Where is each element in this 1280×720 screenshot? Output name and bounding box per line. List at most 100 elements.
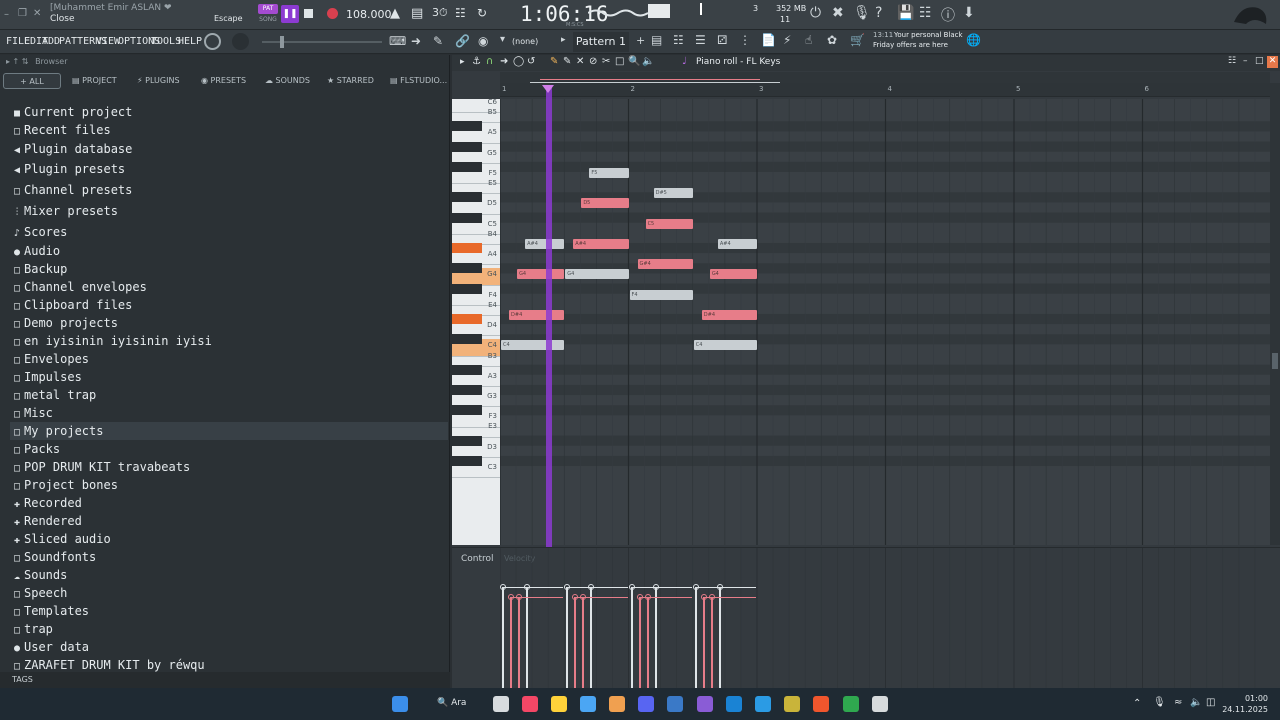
- record-icon[interactable]: ◯: [513, 56, 524, 67]
- volume-icon[interactable]: 🔈: [1190, 697, 1202, 708]
- black-key[interactable]: [452, 405, 482, 416]
- help-icon[interactable]: ?: [875, 5, 882, 21]
- metronome-icon[interactable]: ▲: [390, 6, 400, 21]
- browser-item[interactable]: □ Channel envelopes: [10, 278, 448, 296]
- plug-icon[interactable]: ⚡: [783, 33, 791, 47]
- note-block[interactable]: C5: [645, 218, 693, 229]
- velocity-bar[interactable]: [516, 594, 564, 689]
- globe-icon[interactable]: 🌐: [966, 33, 981, 47]
- music-app-icon[interactable]: [522, 696, 538, 712]
- master-pitch-knob[interactable]: [204, 33, 221, 50]
- black-key[interactable]: [452, 161, 482, 172]
- note-block[interactable]: D5: [581, 198, 629, 209]
- browser-item[interactable]: □ Project bones: [10, 476, 448, 494]
- select-icon[interactable]: □: [615, 56, 624, 67]
- note-block[interactable]: G4: [517, 269, 565, 280]
- steam-icon[interactable]: [872, 696, 888, 712]
- mute-icon[interactable]: ⊘: [589, 56, 597, 67]
- record-button[interactable]: [327, 8, 338, 19]
- snap-icon[interactable]: ⌨: [389, 34, 406, 48]
- playhead-triangle[interactable]: [542, 85, 554, 93]
- black-key[interactable]: [452, 334, 482, 345]
- info-icon[interactable]: ⓘ: [941, 5, 955, 25]
- browser-item[interactable]: ♪ Scores: [10, 223, 448, 241]
- detach-icon[interactable]: ☷: [1228, 56, 1236, 66]
- browser-item[interactable]: ● Audio: [10, 242, 448, 260]
- save-icon[interactable]: 💾: [897, 5, 914, 21]
- browser-item[interactable]: ◀ Plugin database: [10, 140, 448, 158]
- browser-item[interactable]: ✚ Rendered: [10, 512, 448, 530]
- loop-record-icon[interactable]: ↻: [477, 6, 487, 20]
- visual-studio-icon[interactable]: [697, 696, 713, 712]
- browser-item[interactable]: □ Recent files: [10, 121, 448, 139]
- velocity-bar[interactable]: [716, 584, 756, 689]
- cart-icon[interactable]: 🛒: [850, 33, 865, 47]
- master-volume-marker[interactable]: [700, 3, 702, 15]
- note-block[interactable]: G#4: [637, 259, 693, 270]
- chrome-icon[interactable]: [843, 696, 859, 712]
- browser-arrows-icon[interactable]: ▸ ↑ ⇅: [6, 57, 29, 66]
- bar-number[interactable]: 2: [631, 85, 635, 93]
- channel-rack-icon[interactable]: ☰: [695, 33, 706, 47]
- vscode-icon[interactable]: [755, 696, 771, 712]
- discord-icon[interactable]: [638, 696, 654, 712]
- velocity-bar[interactable]: [588, 584, 628, 689]
- outlook-icon[interactable]: [726, 696, 742, 712]
- browser-item[interactable]: □ Clipboard files: [10, 296, 448, 314]
- velocity-bar[interactable]: [572, 594, 628, 689]
- play-icon[interactable]: ➜: [500, 56, 508, 67]
- power-icon[interactable]: ⏻: [810, 5, 821, 21]
- bar-number[interactable]: 4: [888, 85, 892, 93]
- vertical-scrollbar[interactable]: [1270, 83, 1280, 545]
- arrow-right-icon[interactable]: ▸: [561, 35, 566, 45]
- menu-view[interactable]: VIEW: [96, 36, 120, 47]
- wait-icon[interactable]: ▤: [411, 6, 423, 21]
- note-grid[interactable]: F5 D#5 D5 C5 A#4 A#4 A#4 G#4 G4 G4 G4 F4 D#4 D#4 C4 C4: [500, 99, 1270, 545]
- menu-help[interactable]: HELP: [178, 36, 202, 47]
- task-view-icon[interactable]: [493, 696, 509, 712]
- browser-icon[interactable]: ⋮: [739, 33, 751, 47]
- browser-item[interactable]: □ Demo projects: [10, 314, 448, 332]
- scrollbar-thumb[interactable]: [1272, 353, 1278, 369]
- note-block[interactable]: F4: [629, 289, 693, 300]
- velocity-bar[interactable]: [692, 584, 756, 689]
- velocity-bar[interactable]: [564, 584, 628, 689]
- start-icon[interactable]: [392, 696, 408, 712]
- black-key[interactable]: [452, 263, 482, 274]
- note-block[interactable]: D#5: [653, 188, 693, 199]
- black-key[interactable]: [452, 384, 482, 395]
- browser-item[interactable]: □ Soundfonts: [10, 548, 448, 566]
- speaker-icon[interactable]: 🔈: [642, 56, 654, 67]
- tab-presets[interactable]: ◉ PRESETS: [201, 73, 246, 89]
- maximize-window-icon[interactable]: □: [1255, 56, 1264, 66]
- brave-icon[interactable]: [813, 696, 829, 712]
- note-block[interactable]: F5: [589, 167, 629, 178]
- paint-icon[interactable]: ✎: [563, 56, 571, 67]
- fl-studio-taskbar-icon[interactable]: [609, 696, 625, 712]
- wifi-icon[interactable]: ≈: [1174, 697, 1182, 708]
- tags-bar[interactable]: TAGS: [0, 672, 450, 688]
- browser-item[interactable]: □ Impulses: [10, 368, 448, 386]
- velocity-bar[interactable]: [636, 594, 692, 689]
- countdown-icon[interactable]: 3⏱: [432, 6, 448, 20]
- preset-select[interactable]: (none): [512, 37, 538, 46]
- close-icon[interactable]: ✕: [33, 8, 41, 19]
- pencil-icon[interactable]: ✎: [550, 56, 558, 67]
- browser-item[interactable]: ■ Current project: [10, 103, 448, 121]
- piano-roll-icon[interactable]: ☷: [673, 33, 684, 47]
- pattern-selector[interactable]: Pattern 1: [573, 32, 629, 52]
- minimize-icon[interactable]: –: [4, 9, 9, 20]
- bar-number[interactable]: 3: [759, 85, 763, 93]
- browser-item[interactable]: □ Backup: [10, 260, 448, 278]
- velocity-bar[interactable]: [652, 584, 692, 689]
- velocity-lane[interactable]: [499, 548, 1272, 689]
- black-key[interactable]: [452, 435, 482, 446]
- black-key[interactable]: [452, 141, 482, 152]
- tab-project[interactable]: ▤ PROJECT: [72, 73, 117, 89]
- file-icon[interactable]: 📄: [761, 33, 776, 47]
- battery-icon[interactable]: ◫: [1206, 697, 1215, 708]
- black-key[interactable]: [452, 242, 482, 253]
- playlist-icon[interactable]: ▤: [651, 33, 662, 47]
- browser-item[interactable]: □ Speech: [10, 584, 448, 602]
- velocity-bar[interactable]: [708, 594, 756, 689]
